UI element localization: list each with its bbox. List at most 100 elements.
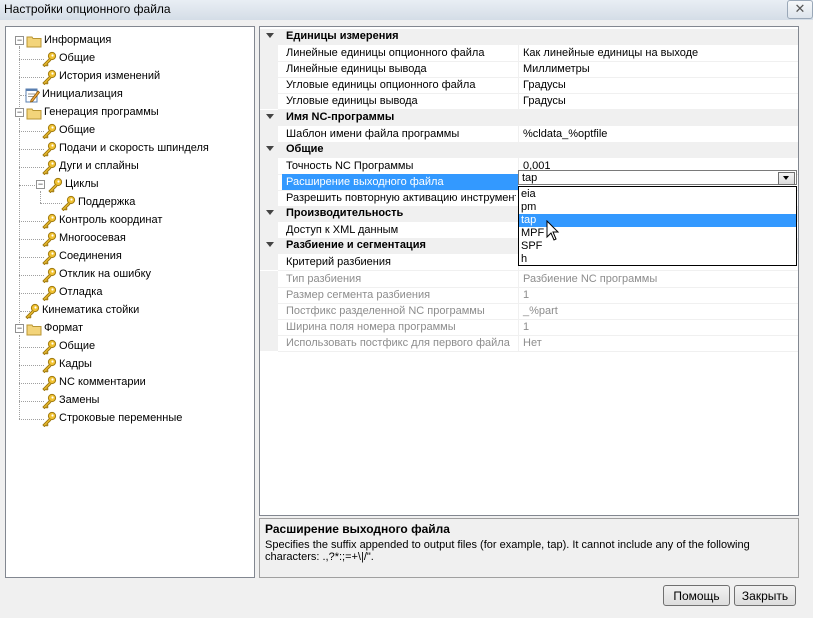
tree-item[interactable]: Соединения bbox=[6, 248, 252, 266]
dialog-body: − Информация Общие История изменений Инициал… bbox=[0, 20, 813, 618]
tree-item-label: Кинематика стойки bbox=[42, 304, 140, 316]
collapse-toggle-icon[interactable]: − bbox=[15, 324, 24, 333]
tree-item[interactable]: Общие bbox=[6, 50, 252, 68]
column-separator bbox=[518, 270, 519, 287]
collapse-triangle-icon[interactable] bbox=[266, 113, 274, 119]
mouse-cursor-icon bbox=[546, 220, 560, 241]
property-row[interactable]: Линейные единицы опционного файла Как лин… bbox=[260, 45, 798, 63]
property-grid[interactable]: Единицы измерения Линейные единицы опцион… bbox=[259, 26, 799, 516]
description-panel: Расширение выходного файла Specifies the… bbox=[259, 518, 799, 578]
property-category[interactable]: Имя NC-программы bbox=[260, 109, 798, 126]
property-row[interactable]: Шаблон имени файла программы %cldata_%opt… bbox=[260, 125, 798, 143]
tree-item[interactable]: Подачи и скорость шпинделя bbox=[6, 140, 252, 158]
property-value[interactable]: Как линейные единицы на выходе bbox=[523, 47, 698, 59]
tree-item[interactable]: − Информация bbox=[6, 32, 252, 50]
tree-item-label: Многоосевая bbox=[59, 232, 126, 244]
row-gutter bbox=[260, 190, 278, 206]
property-row[interactable]: Линейные единицы вывода Миллиметры bbox=[260, 61, 798, 79]
property-row[interactable]: Постфикс разделенной NC программы _%part bbox=[260, 302, 798, 320]
column-separator bbox=[518, 286, 519, 303]
property-row[interactable]: Использовать постфикс для первого файла Н… bbox=[260, 334, 798, 352]
dropdown-option[interactable]: SPF bbox=[519, 240, 796, 253]
help-button[interactable]: Помощь bbox=[663, 585, 730, 606]
dropdown-option[interactable]: pm bbox=[519, 201, 796, 214]
close-button[interactable]: Закрыть bbox=[734, 585, 796, 606]
tree-item[interactable]: История изменений bbox=[6, 68, 252, 86]
property-name: Точность NC Программы bbox=[286, 159, 414, 172]
window-title: Настройки опционного файла bbox=[4, 2, 171, 16]
collapse-triangle-icon[interactable] bbox=[266, 242, 274, 248]
collapse-triangle-icon[interactable] bbox=[266, 145, 274, 151]
property-row[interactable]: Размер сегмента разбиения 1 bbox=[260, 286, 798, 304]
chevron-down-icon[interactable] bbox=[778, 172, 795, 185]
property-name: Доступ к XML данным bbox=[286, 224, 399, 237]
property-value[interactable]: 1 bbox=[523, 321, 529, 333]
tree-item[interactable]: − Генерация программы bbox=[6, 104, 252, 122]
column-separator bbox=[518, 61, 519, 78]
row-gutter bbox=[260, 286, 278, 303]
tree-item[interactable]: Контроль координат bbox=[6, 212, 252, 230]
settings-tree[interactable]: − Информация Общие История изменений Инициал… bbox=[5, 26, 255, 578]
property-value[interactable]: Миллиметры bbox=[523, 63, 590, 75]
tree-item[interactable]: Многоосевая bbox=[6, 230, 252, 248]
tree-item-label: Контроль координат bbox=[59, 214, 163, 226]
tree-item[interactable]: Строковые переменные bbox=[6, 410, 252, 428]
tree-item[interactable]: Отклик на ошибку bbox=[6, 266, 252, 284]
dropdown-option[interactable]: h bbox=[519, 253, 796, 266]
extension-combo[interactable]: tap bbox=[518, 170, 797, 185]
key-icon bbox=[41, 159, 57, 175]
property-row[interactable]: Угловые единицы вывода Градусы bbox=[260, 93, 798, 111]
row-gutter bbox=[260, 77, 278, 94]
property-row[interactable]: Ширина поля номера программы 1 bbox=[260, 318, 798, 336]
key-icon bbox=[41, 357, 57, 373]
tree-item[interactable]: Общие bbox=[6, 122, 252, 140]
tree-item-label: Отладка bbox=[59, 286, 103, 298]
tree-item-label: Циклы bbox=[65, 178, 99, 190]
property-name: Тип разбиения bbox=[286, 272, 362, 285]
dropdown-option[interactable]: eia bbox=[519, 188, 796, 201]
property-value[interactable]: 1 bbox=[523, 289, 529, 301]
property-category[interactable]: Общие bbox=[260, 141, 798, 158]
tree-item[interactable]: Инициализация bbox=[6, 86, 252, 104]
tree-item[interactable]: Кадры bbox=[6, 356, 252, 374]
collapse-triangle-icon[interactable] bbox=[266, 210, 274, 216]
property-value[interactable]: Градусы bbox=[523, 79, 566, 91]
collapse-toggle-icon[interactable]: − bbox=[15, 108, 24, 117]
tree-item[interactable]: − Формат bbox=[6, 320, 252, 338]
close-window-button[interactable]: ✕ bbox=[787, 0, 813, 19]
column-separator bbox=[518, 125, 519, 142]
row-gutter bbox=[260, 270, 278, 287]
property-value[interactable]: _%part bbox=[523, 305, 558, 317]
tree-item[interactable]: NC комментарии bbox=[6, 374, 252, 392]
property-name: Угловые единицы вывода bbox=[286, 95, 418, 108]
tree-item[interactable]: Замены bbox=[6, 392, 252, 410]
property-row[interactable]: Угловые единицы опционного файла Градусы bbox=[260, 77, 798, 95]
property-row[interactable]: Тип разбиения Разбиение NC программы bbox=[260, 270, 798, 288]
tree-item[interactable]: − Циклы bbox=[6, 176, 252, 194]
tree-item[interactable]: Кинематика стойки bbox=[6, 302, 252, 320]
tree-item[interactable]: Дуги и сплайны bbox=[6, 158, 252, 176]
row-gutter bbox=[260, 222, 278, 239]
collapse-toggle-icon[interactable]: − bbox=[36, 180, 45, 189]
key-icon bbox=[41, 375, 57, 391]
tree-item[interactable]: Отладка bbox=[6, 284, 252, 302]
tree-item-label: Кадры bbox=[59, 358, 92, 370]
property-value[interactable]: Разбиение NC программы bbox=[523, 273, 657, 285]
key-icon bbox=[41, 213, 57, 229]
key-icon bbox=[41, 393, 57, 409]
tree-item-label: Строковые переменные bbox=[59, 412, 183, 424]
category-label: Производительность bbox=[286, 207, 404, 220]
tree-item-label: NC комментарии bbox=[59, 376, 146, 388]
dropdown-option[interactable]: MPF bbox=[519, 227, 796, 240]
property-value[interactable]: Градусы bbox=[523, 95, 566, 107]
property-value[interactable]: %cldata_%optfile bbox=[523, 128, 607, 140]
collapse-triangle-icon[interactable] bbox=[266, 33, 274, 38]
dropdown-option[interactable]: tap bbox=[519, 214, 796, 227]
property-name: Постфикс разделенной NC программы bbox=[286, 304, 485, 317]
property-value[interactable]: Нет bbox=[523, 337, 542, 349]
tree-item[interactable]: Поддержка bbox=[6, 194, 252, 212]
key-icon bbox=[47, 177, 63, 193]
collapse-toggle-icon[interactable]: − bbox=[15, 36, 24, 45]
property-category[interactable]: Единицы измерения bbox=[260, 29, 798, 45]
tree-item[interactable]: Общие bbox=[6, 338, 252, 356]
